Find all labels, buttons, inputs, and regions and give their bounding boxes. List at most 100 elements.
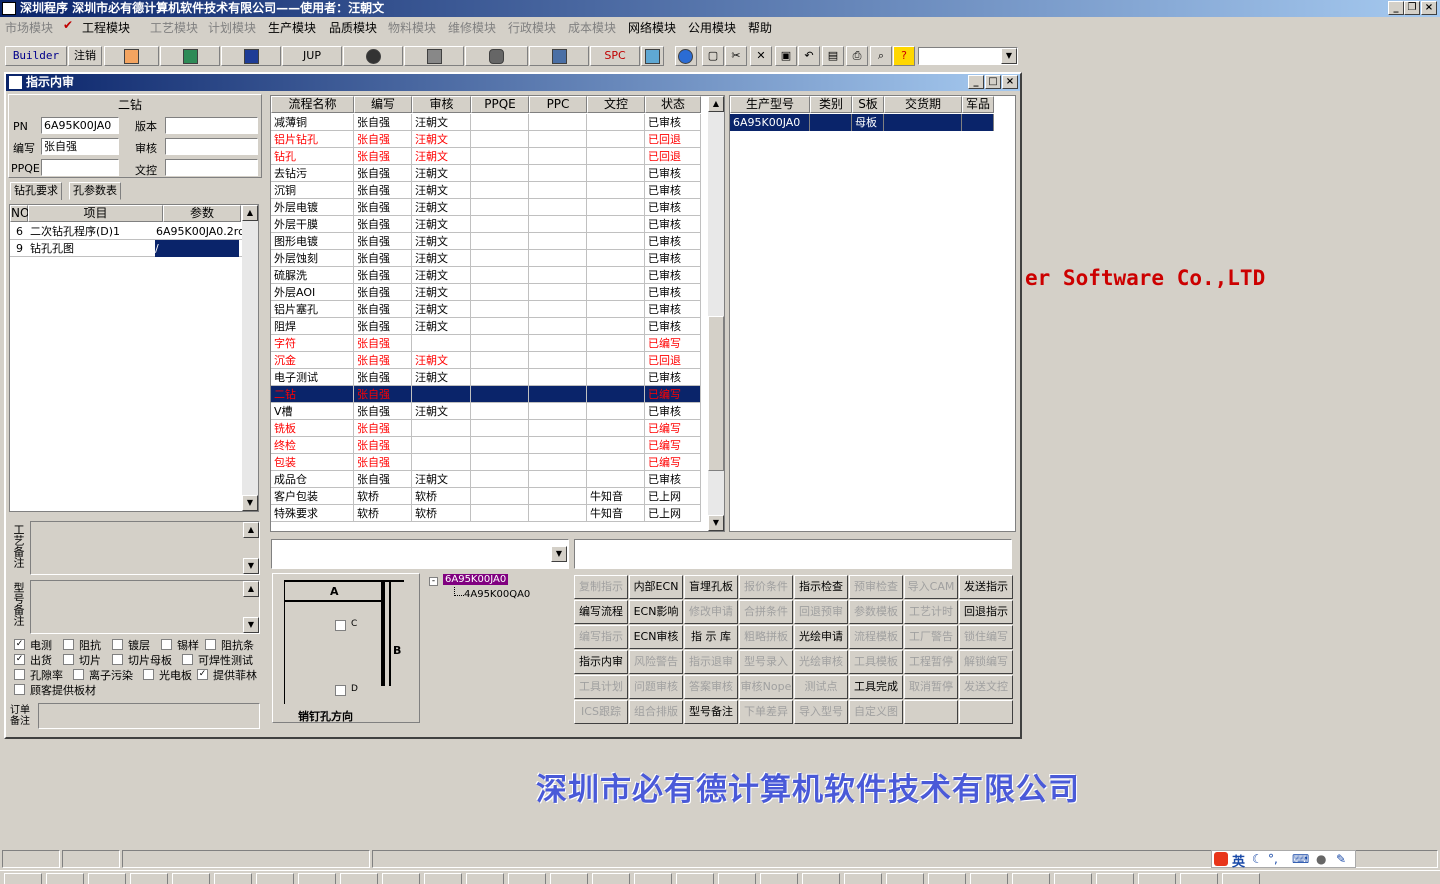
taskbar-button[interactable] — [802, 873, 840, 884]
action-button[interactable]: ECN影响 — [629, 600, 683, 624]
spc-button[interactable]: SPC — [590, 46, 640, 66]
flow-row[interactable]: V槽 张自强 汪朝文 已审核 — [271, 403, 701, 420]
action-button[interactable]: 审核Nope — [739, 675, 793, 699]
pn-field[interactable]: 6A95K00JA0 — [41, 117, 119, 134]
menu-item[interactable]: 维修模块 — [448, 19, 496, 36]
scroll-up-icon[interactable]: ▲ — [708, 96, 724, 112]
action-button[interactable]: 导入CAM — [904, 575, 958, 599]
taskbar-button[interactable] — [340, 873, 378, 884]
action-button[interactable]: 回退预审 — [794, 600, 848, 624]
flow-col-header[interactable]: 编写 — [354, 96, 412, 113]
tree-root-node[interactable]: 6A95K00JA0 — [443, 574, 509, 585]
action-button[interactable]: 编写流程 — [574, 600, 628, 624]
taskbar-button[interactable] — [508, 873, 546, 884]
taskbar-button[interactable] — [592, 873, 630, 884]
device-button[interactable] — [529, 46, 589, 66]
flow-row[interactable]: 二钻 张自强 已编写 — [271, 386, 701, 403]
craft-notes-input[interactable]: ▲ ▼ — [30, 521, 260, 575]
action-button[interactable]: 粗略拼板 — [739, 625, 793, 649]
checkbox[interactable]: ✓ — [14, 639, 25, 650]
word-button[interactable] — [221, 46, 281, 66]
new-button[interactable]: ▢ — [702, 46, 724, 66]
checkbox[interactable] — [112, 654, 123, 665]
scroll-up-icon[interactable]: ▲ — [243, 581, 259, 597]
taskbar-button[interactable] — [844, 873, 882, 884]
flow-combo[interactable]: ▼ — [271, 539, 569, 569]
flow-row[interactable]: 沉金 张自强 汪朝文 已回退 — [271, 352, 701, 369]
taskbar-button[interactable] — [550, 873, 588, 884]
taskbar-button[interactable] — [970, 873, 1008, 884]
action-button[interactable]: 答案审核 — [684, 675, 738, 699]
action-button[interactable]: 光绘审核 — [794, 650, 848, 674]
checkbox[interactable] — [14, 684, 25, 695]
delete-button[interactable]: ✕ — [750, 46, 772, 66]
flow-row[interactable]: 铝片塞孔 张自强 汪朝文 已审核 — [271, 301, 701, 318]
close-icon[interactable]: × — [1421, 1, 1437, 15]
table-row[interactable]: 6 二次钻孔程序(D)1 6A95K00JA0.2rd — [10, 223, 245, 240]
flow-scrollbar[interactable]: ▲ ▼ — [708, 96, 724, 531]
flow-row[interactable]: 硫脲洗 张自强 汪朝文 已审核 — [271, 267, 701, 284]
action-button[interactable]: 编写指示 — [574, 625, 628, 649]
scroll-down-icon[interactable]: ▼ — [243, 558, 259, 574]
menu-item[interactable]: 物料模块 — [388, 19, 436, 36]
window-minimize-icon[interactable]: _ — [968, 75, 984, 89]
keyboard-icon[interactable]: ⌨ — [1292, 852, 1309, 866]
checkbox[interactable] — [143, 669, 154, 680]
action-button[interactable]: 盲埋孔板 — [684, 575, 738, 599]
model-notes-input[interactable]: ▲ ▼ — [30, 580, 260, 634]
ime-toolbar[interactable]: 英 ☾ °, ⌨ ● ✎ — [1211, 850, 1356, 870]
action-button[interactable]: 工厂警告 — [904, 625, 958, 649]
model-col-header[interactable]: 交货期 — [884, 96, 962, 113]
taskbar-button[interactable] — [88, 873, 126, 884]
tab-drill-requirements[interactable]: 钻孔要求 — [10, 182, 62, 200]
flow-col-header[interactable]: PPC — [529, 96, 587, 113]
taskbar-button[interactable] — [256, 873, 294, 884]
preview-button[interactable]: ▤ — [822, 46, 844, 66]
taskbar-button[interactable] — [298, 873, 336, 884]
scroll-down-icon[interactable]: ▼ — [243, 617, 259, 633]
taskbar-button[interactable] — [466, 873, 504, 884]
taskbar-button[interactable] — [1012, 873, 1050, 884]
taskbar-button[interactable] — [382, 873, 420, 884]
action-button[interactable]: 组合排版 — [629, 700, 683, 724]
ime-language[interactable]: 英 — [1232, 851, 1245, 870]
action-button[interactable]: 下单差异 — [739, 700, 793, 724]
action-button[interactable]: 型号备注 — [684, 700, 738, 724]
action-button[interactable]: 工具完成 — [849, 675, 903, 699]
scroll-down-icon[interactable]: ▼ — [708, 515, 724, 531]
taskbar-button[interactable] — [718, 873, 756, 884]
taskbar-button[interactable] — [760, 873, 798, 884]
action-button[interactable]: 内部ECN — [629, 575, 683, 599]
action-button[interactable]: 报价条件 — [739, 575, 793, 599]
action-button[interactable]: 锁住编写 — [959, 625, 1013, 649]
tools-button[interactable] — [465, 46, 528, 66]
menu-item[interactable]: 计划模块 — [208, 19, 256, 36]
action-button[interactable]: 指 示 库 — [684, 625, 738, 649]
ppqe-field[interactable] — [41, 159, 119, 176]
params-scrollbar[interactable]: ▲ ▼ — [242, 205, 258, 511]
action-button[interactable]: 预审检查 — [849, 575, 903, 599]
taskbar-button[interactable] — [886, 873, 924, 884]
scroll-up-icon[interactable]: ▲ — [243, 522, 259, 538]
chevron-down-icon[interactable]: ▼ — [1001, 48, 1017, 64]
chevron-down-icon[interactable]: ▼ — [551, 546, 567, 562]
action-button[interactable]: 工具计划 — [574, 675, 628, 699]
action-button[interactable] — [959, 700, 1013, 724]
remark-input[interactable] — [574, 539, 1012, 569]
flow-row[interactable]: 去钻污 张自强 汪朝文 已审核 — [271, 165, 701, 182]
checkbox[interactable] — [14, 669, 25, 680]
tree-collapse-icon[interactable]: - — [429, 577, 438, 586]
action-button[interactable]: 取消暂停 — [904, 675, 958, 699]
cut-button[interactable]: ✂ — [725, 46, 747, 66]
flow-row[interactable]: 沉铜 张自强 汪朝文 已审核 — [271, 182, 701, 199]
builder-button[interactable]: Builder — [5, 46, 67, 66]
tab-hole-params[interactable]: 孔参数表 — [69, 182, 121, 200]
action-button[interactable]: 复制指示 — [574, 575, 628, 599]
action-button[interactable]: 光绘申请 — [794, 625, 848, 649]
checkbox[interactable] — [161, 639, 172, 650]
action-button[interactable]: 发送文控 — [959, 675, 1013, 699]
action-button[interactable]: ECN审核 — [629, 625, 683, 649]
menu-item[interactable]: 市场模块 — [5, 19, 53, 36]
flow-row[interactable]: 图形电镀 张自强 汪朝文 已审核 — [271, 233, 701, 250]
punct-icon[interactable]: °, — [1268, 852, 1278, 866]
